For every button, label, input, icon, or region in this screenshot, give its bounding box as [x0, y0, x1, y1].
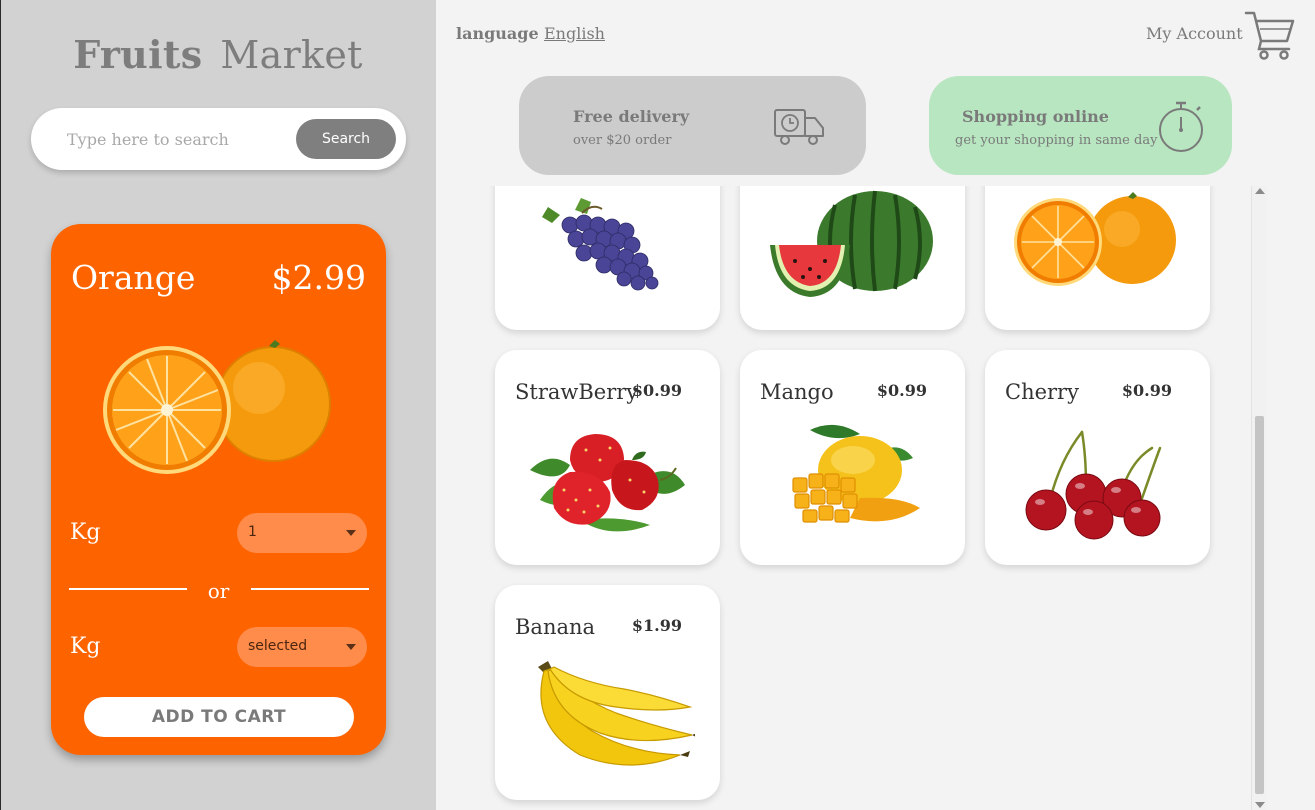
divider-right — [251, 588, 369, 590]
product-card-strawberry[interactable]: StrawBerry $0.99 — [495, 350, 720, 565]
truck-icon — [774, 109, 824, 145]
product-list: StrawBerry $0.99 Mango $0.99 Cherry $0.9… — [436, 186, 1251, 810]
product-card-mango[interactable]: Mango $0.99 — [740, 350, 965, 565]
product-name: StrawBerry — [515, 380, 639, 404]
mango-icon — [792, 424, 920, 523]
watermelon-icon — [770, 190, 933, 297]
cherry-icon — [1025, 430, 1162, 540]
chevron-down-icon — [346, 530, 356, 536]
grapes-icon — [542, 198, 659, 291]
unit-label-kg-alt: Kg — [70, 634, 101, 659]
product-name: Cherry — [1005, 380, 1079, 404]
brand-part-market: Market — [220, 33, 363, 77]
detail-product-price: $2.99 — [271, 258, 366, 297]
quantity-select[interactable]: 1 — [237, 513, 367, 553]
brand-part-fruits: Fruits — [73, 32, 203, 77]
product-price: $0.99 — [876, 381, 927, 400]
product-card-orange[interactable] — [985, 186, 1210, 330]
language-label: language — [456, 24, 539, 43]
window-edge — [0, 0, 1, 810]
weight-select-value: selected — [248, 638, 308, 654]
banner-subtitle: over $20 order — [573, 133, 672, 148]
orange-icon — [1014, 192, 1176, 286]
search-input[interactable] — [67, 124, 312, 154]
product-detail-card: Orange $2.99 Kg 1 or Kg selected ADD TO … — [51, 224, 386, 755]
scrollbar-thumb[interactable] — [1255, 416, 1264, 794]
search-button[interactable]: Search — [296, 119, 396, 159]
product-card-grapes[interactable] — [495, 186, 720, 330]
sidebar: Fruits Market Search Orange $2.99 — [0, 0, 436, 810]
scroll-up-arrow-icon[interactable] — [1255, 188, 1265, 194]
search-box: Search — [31, 108, 406, 170]
cart-icon[interactable] — [1244, 9, 1296, 61]
my-account-link[interactable]: My Account — [1146, 24, 1243, 43]
free-delivery-banner: Free delivery over $20 order — [519, 76, 866, 175]
strawberry-icon — [530, 434, 685, 532]
orange-icon — [103, 340, 331, 474]
shopping-online-banner: Shopping online get your shopping in sam… — [929, 76, 1232, 175]
unit-label-kg: Kg — [70, 520, 101, 545]
product-price: $0.99 — [1121, 381, 1172, 400]
product-card-banana[interactable]: Banana $1.99 — [495, 585, 720, 800]
chevron-down-icon — [346, 644, 356, 650]
banner-subtitle: get your shopping in same day — [955, 133, 1158, 148]
product-card-cherry[interactable]: Cherry $0.99 — [985, 350, 1210, 565]
banner-title: Free delivery — [573, 107, 690, 126]
quantity-select-value: 1 — [248, 524, 257, 540]
product-card-watermelon[interactable] — [740, 186, 965, 330]
or-separator: or — [207, 579, 230, 603]
banana-icon — [538, 661, 695, 766]
product-name: Mango — [760, 380, 834, 404]
product-price: $1.99 — [631, 616, 682, 635]
product-price: $0.99 — [631, 381, 682, 400]
product-name: Banana — [515, 615, 596, 639]
language-selector[interactable]: English — [544, 24, 605, 43]
detail-product-name: Orange — [71, 258, 196, 297]
brand-title: Fruits Market — [0, 32, 436, 77]
product-list-scrollbar[interactable] — [1251, 186, 1267, 810]
weight-select[interactable]: selected — [237, 627, 367, 667]
scroll-down-arrow-icon[interactable] — [1255, 802, 1265, 808]
banner-title: Shopping online — [962, 107, 1109, 126]
stopwatch-icon — [1159, 101, 1203, 152]
add-to-cart-button[interactable]: ADD TO CART — [84, 697, 354, 737]
